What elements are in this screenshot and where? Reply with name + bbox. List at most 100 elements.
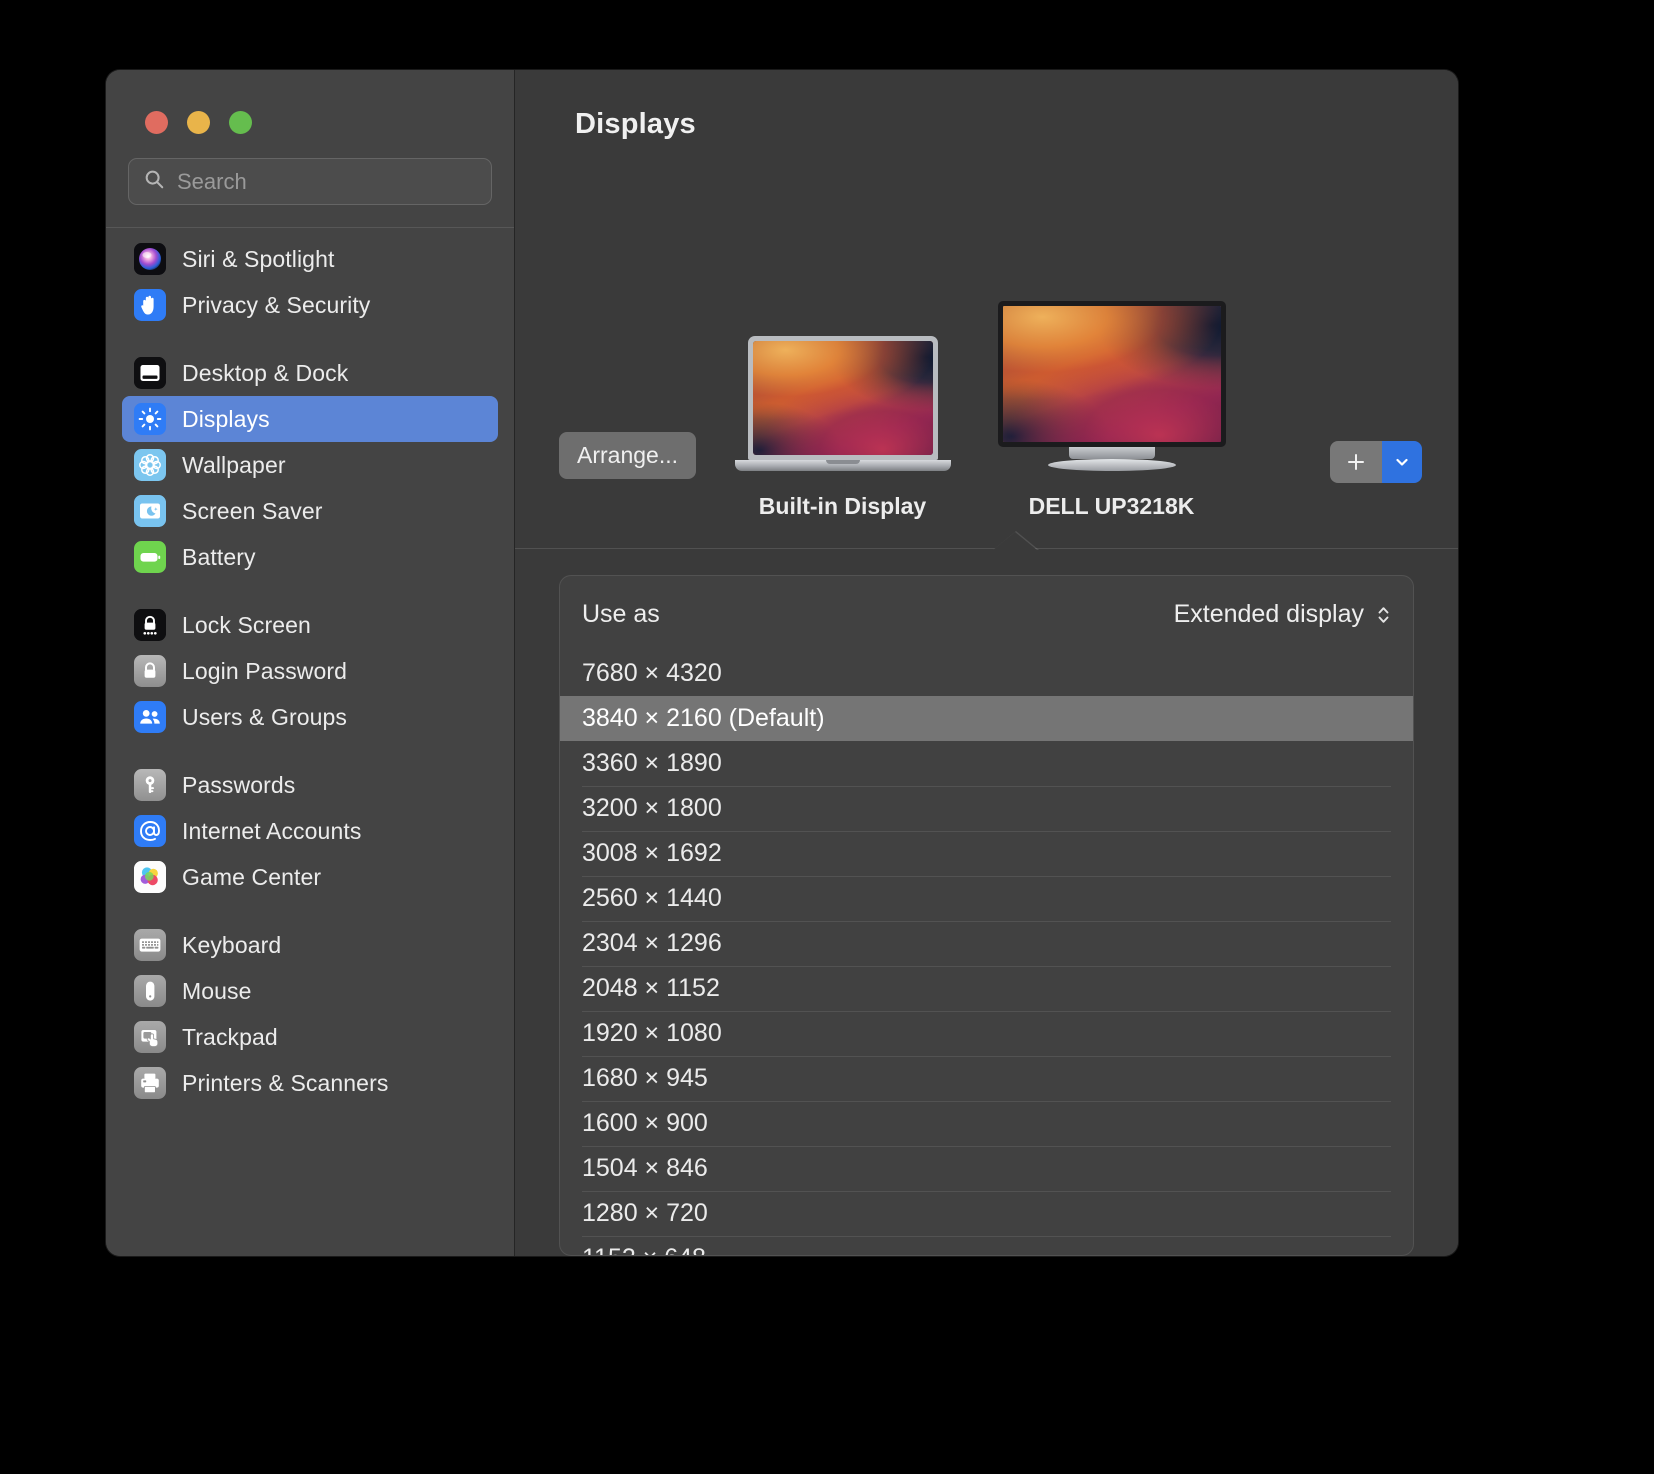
sidebar-item-desktop-dock[interactable]: Desktop & Dock	[122, 350, 498, 396]
sidebar-item-lock-screen[interactable]: Lock Screen	[122, 602, 498, 648]
users-groups-icon	[134, 701, 166, 733]
sidebar-item-label: Screen Saver	[182, 497, 323, 524]
use-as-popup[interactable]: Extended display	[1174, 600, 1391, 629]
sidebar-item-keyboard[interactable]: Keyboard	[122, 922, 498, 968]
resolution-row[interactable]: 2304 × 1296	[560, 921, 1413, 966]
sidebar-nav: Siri & Spotlight Privacy & Security Desk…	[106, 228, 514, 1256]
wallpaper-preview	[1002, 306, 1221, 442]
monitor-screen	[1002, 306, 1221, 442]
resolution-row[interactable]: 2048 × 1152	[560, 966, 1413, 1011]
sidebar-item-siri-spotlight[interactable]: Siri & Spotlight	[122, 236, 498, 282]
sidebar-item-label: Lock Screen	[182, 611, 311, 638]
search-input[interactable]	[177, 168, 477, 195]
display-chooser: Built-in Display DELL UP3218K Arrange...	[515, 141, 1458, 550]
siri-icon	[134, 243, 166, 275]
trackpad-icon	[134, 1021, 166, 1053]
arrange-button[interactable]: Arrange...	[559, 432, 696, 479]
brightness-icon	[134, 403, 166, 435]
sidebar-item-screen-saver[interactable]: Screen Saver	[122, 488, 498, 534]
sidebar-item-passwords[interactable]: Passwords	[122, 762, 498, 808]
use-as-value: Extended display	[1173, 600, 1364, 628]
monitor-foot	[1047, 459, 1176, 471]
zoom-button[interactable]	[229, 111, 252, 134]
hand-raised-icon	[134, 289, 166, 321]
resolution-row[interactable]: 7680 × 4320	[560, 651, 1413, 696]
sidebar-item-privacy-security[interactable]: Privacy & Security	[122, 282, 498, 328]
sidebar-item-wallpaper[interactable]: Wallpaper	[122, 442, 498, 488]
up-down-chevron-icon[interactable]	[1376, 604, 1391, 626]
plus-icon[interactable]	[1330, 441, 1382, 483]
sidebar-item-users-groups[interactable]: Users & Groups	[122, 694, 498, 740]
system-settings-window: Siri & Spotlight Privacy & Security	[106, 70, 1458, 1256]
search-box[interactable]	[128, 158, 492, 205]
sidebar-item-game-center[interactable]: Game Center	[122, 854, 498, 900]
display-preview-builtin[interactable]: Built-in Display	[734, 336, 951, 520]
sidebar-group-5: Keyboard Mouse Trackpad Printers & Scann…	[122, 922, 498, 1106]
resolution-list: 7680 × 4320 3840 × 2160 (Default) 3360 ×…	[560, 651, 1413, 1255]
use-as-row[interactable]: Use as Extended display	[560, 576, 1413, 651]
sidebar-item-battery[interactable]: Battery	[122, 534, 498, 580]
sidebar-item-printers-scanners[interactable]: Printers & Scanners	[122, 1060, 498, 1106]
resolution-row[interactable]: 1280 × 720	[560, 1191, 1413, 1236]
resolution-row[interactable]: 1600 × 900	[560, 1101, 1413, 1146]
monitor-stand	[1068, 447, 1155, 459]
padlock-icon	[134, 655, 166, 687]
chevron-down-icon[interactable]	[1382, 441, 1422, 483]
laptop-base	[734, 460, 951, 471]
sidebar-item-label: Siri & Spotlight	[182, 245, 335, 272]
display-name: DELL UP3218K	[1028, 493, 1195, 519]
resolution-row[interactable]: 1504 × 846	[560, 1146, 1413, 1191]
key-icon	[134, 769, 166, 801]
monitor-frame	[997, 301, 1226, 447]
resolution-row[interactable]: 2560 × 1440	[560, 876, 1413, 921]
laptop-graphic	[734, 336, 951, 471]
wallpaper-flower-icon	[134, 449, 166, 481]
sidebar-item-label: Desktop & Dock	[182, 359, 349, 386]
resolution-row[interactable]: 3360 × 1890	[560, 741, 1413, 786]
selection-caret	[992, 532, 1037, 550]
sidebar-item-label: Game Center	[182, 863, 322, 890]
resolution-row-selected[interactable]: 3840 × 2160 (Default)	[560, 696, 1413, 741]
printer-icon	[134, 1067, 166, 1099]
screen-saver-icon	[134, 495, 166, 527]
sidebar: Siri & Spotlight Privacy & Security	[106, 70, 514, 1256]
search-container	[106, 134, 514, 205]
sidebar-item-label: Mouse	[182, 977, 252, 1004]
keyboard-icon	[134, 929, 166, 961]
sidebar-item-login-password[interactable]: Login Password	[122, 648, 498, 694]
sidebar-group-1: Siri & Spotlight Privacy & Security	[122, 236, 498, 328]
sidebar-item-label: Keyboard	[182, 931, 282, 958]
sidebar-item-internet-accounts[interactable]: Internet Accounts	[122, 808, 498, 854]
display-preview-dell[interactable]: DELL UP3218K	[997, 301, 1226, 520]
lock-screen-icon	[134, 609, 166, 641]
use-as-label: Use as	[582, 600, 660, 628]
sidebar-item-label: Displays	[182, 405, 270, 432]
main-panel: Displays Built-in Display DELL UP3218K A…	[514, 70, 1458, 1256]
sidebar-item-mouse[interactable]: Mouse	[122, 968, 498, 1014]
settings-card-area: Use as Extended display 7680 × 4320 3840…	[515, 549, 1458, 1256]
game-center-icon	[134, 861, 166, 893]
resolution-row[interactable]: 1152 × 648	[560, 1236, 1413, 1255]
sidebar-group-2: Desktop & Dock Displays Wallpaper Screen…	[122, 350, 498, 580]
monitor-graphic	[997, 301, 1226, 471]
minimize-button[interactable]	[187, 111, 210, 134]
wallpaper-preview	[752, 341, 933, 455]
resolution-row[interactable]: 1920 × 1080	[560, 1011, 1413, 1056]
sidebar-item-label: Login Password	[182, 657, 348, 684]
at-sign-icon	[134, 815, 166, 847]
sidebar-item-label: Users & Groups	[182, 703, 348, 730]
desktop-dock-icon	[134, 357, 166, 389]
sidebar-item-label: Printers & Scanners	[182, 1069, 389, 1096]
sidebar-item-label: Privacy & Security	[182, 291, 371, 318]
sidebar-group-4: Passwords Internet Accounts Game Center	[122, 762, 498, 900]
sidebar-item-trackpad[interactable]: Trackpad	[122, 1014, 498, 1060]
add-display-group	[1330, 441, 1422, 483]
resolution-row[interactable]: 3008 × 1692	[560, 831, 1413, 876]
settings-card: Use as Extended display 7680 × 4320 3840…	[559, 575, 1414, 1256]
sidebar-item-displays[interactable]: Displays	[122, 396, 498, 442]
search-icon	[143, 168, 165, 195]
sidebar-item-label: Internet Accounts	[182, 817, 362, 844]
resolution-row[interactable]: 3200 × 1800	[560, 786, 1413, 831]
resolution-row[interactable]: 1680 × 945	[560, 1056, 1413, 1101]
close-button[interactable]	[145, 111, 168, 134]
